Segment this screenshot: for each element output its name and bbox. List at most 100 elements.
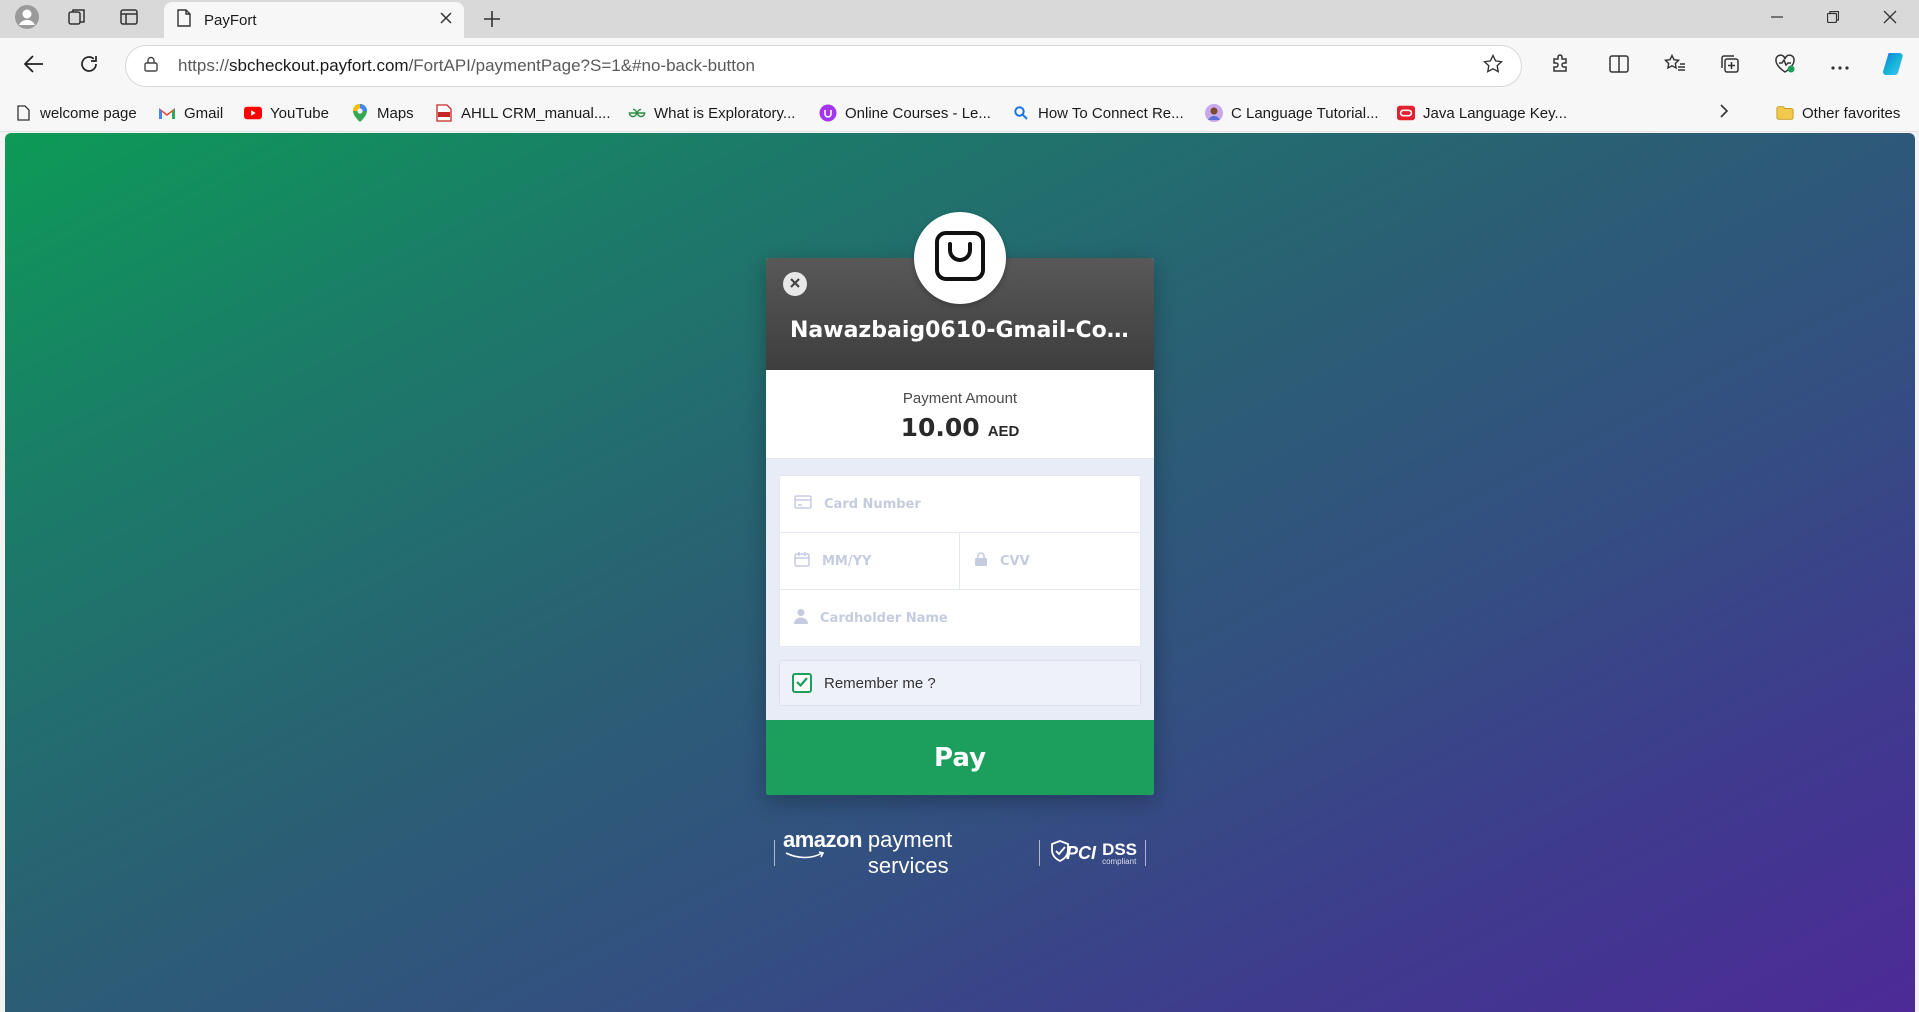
copilot-button[interactable] xyxy=(1878,50,1910,82)
payment-currency: AED xyxy=(987,423,1020,440)
bookmarks-bar: welcome page Gmail YouTube Maps AHLL CRM… xyxy=(0,94,1919,132)
divider xyxy=(1039,840,1041,866)
divider xyxy=(1145,840,1146,866)
bookmark-youtube[interactable]: YouTube xyxy=(244,102,329,124)
tab-strip: PayFort xyxy=(0,0,1919,38)
split-screen-button[interactable] xyxy=(1603,50,1635,82)
workspaces-icon xyxy=(67,7,87,32)
bookmark-online-courses[interactable]: Online Courses - Le... xyxy=(819,102,991,124)
merchant-name: Nawazbaig0610-Gmail-Co... xyxy=(790,318,1130,343)
tab-title: PayFort xyxy=(204,11,257,29)
payment-amount-label: Payment Amount xyxy=(902,390,1018,407)
footer-brand: amazon payment services PCI DSS complian… xyxy=(766,827,1154,878)
address-bar[interactable]: https://sbcheckout.payfort.com/FortAPI/p… xyxy=(125,45,1522,87)
card-number-field[interactable] xyxy=(780,476,1140,533)
workspaces-button[interactable] xyxy=(62,4,92,34)
ellipsis-icon xyxy=(1831,57,1849,75)
heart-pulse-icon xyxy=(1774,53,1796,79)
avatar-icon xyxy=(1205,104,1223,122)
gfg-icon xyxy=(628,104,646,122)
page-icon xyxy=(14,104,32,122)
checkmark-icon xyxy=(796,674,808,692)
bookmark-welcome-page[interactable]: welcome page xyxy=(14,102,137,124)
collections-button[interactable] xyxy=(1714,50,1746,82)
credit-card-icon xyxy=(794,494,812,514)
refresh-icon xyxy=(79,54,99,79)
bookmark-ahll-crm[interactable]: AHLL CRM_manual.... xyxy=(435,102,611,124)
divider xyxy=(774,840,775,866)
favorite-star-icon[interactable] xyxy=(1482,53,1504,79)
other-favorites-folder[interactable]: Other favorites xyxy=(1776,102,1900,124)
restore-icon xyxy=(1826,10,1840,28)
chevron-right-icon xyxy=(1719,104,1729,122)
more-menu-button[interactable] xyxy=(1824,50,1856,82)
split-screen-icon xyxy=(1609,54,1629,78)
remember-me-label: Remember me ? xyxy=(824,674,936,692)
amazon-payment-services-logo: amazon payment services xyxy=(782,827,953,878)
maps-icon xyxy=(351,104,369,122)
browser-toolbar: https://sbcheckout.payfort.com/FortAPI/p… xyxy=(0,38,1919,94)
shopping-bag-icon xyxy=(932,228,988,289)
puzzle-icon xyxy=(1550,53,1570,79)
close-payment-button[interactable] xyxy=(783,272,807,296)
udemy-icon xyxy=(819,104,837,122)
refresh-button[interactable] xyxy=(73,50,105,82)
payment-amount-section: Payment Amount 10.00 AED xyxy=(766,370,1154,458)
bookmarks-overflow-button[interactable] xyxy=(1719,102,1729,124)
expiry-input[interactable] xyxy=(822,553,959,569)
profile-icon xyxy=(14,4,40,35)
back-arrow-icon xyxy=(23,54,44,78)
back-button[interactable] xyxy=(18,50,50,82)
cardholder-name-field[interactable] xyxy=(780,590,1140,646)
vertical-tabs-icon xyxy=(119,7,139,32)
bookmark-java-language[interactable]: Java Language Key... xyxy=(1397,102,1567,124)
padlock-icon xyxy=(974,551,988,572)
oracle-icon xyxy=(1397,104,1415,122)
new-tab-button[interactable] xyxy=(477,4,507,34)
merchant-logo xyxy=(914,212,1006,304)
pci-dss-logo: PCI DSS compliant xyxy=(1050,839,1137,867)
card-number-input[interactable] xyxy=(824,496,1140,512)
copilot-icon xyxy=(1881,51,1907,82)
calendar-icon xyxy=(794,551,810,572)
expiry-field[interactable] xyxy=(780,533,960,590)
payment-amount-value: 10.00 xyxy=(900,413,980,442)
pay-button[interactable]: Pay xyxy=(766,720,1154,795)
gmail-icon xyxy=(158,104,176,122)
bookmark-how-to-connect[interactable]: How To Connect Re... xyxy=(1012,102,1184,124)
bookmark-maps[interactable]: Maps xyxy=(351,102,414,124)
remember-me-row[interactable]: Remember me ? xyxy=(779,660,1141,706)
close-icon xyxy=(1883,10,1897,29)
extensions-button[interactable] xyxy=(1544,50,1576,82)
lock-icon[interactable] xyxy=(144,56,158,77)
pdf-icon xyxy=(435,104,453,122)
remember-me-checkbox[interactable] xyxy=(792,673,812,693)
bookmark-gmail[interactable]: Gmail xyxy=(158,102,223,124)
cvv-field[interactable] xyxy=(960,533,1140,590)
page-icon xyxy=(176,8,192,32)
bookmark-exploratory[interactable]: What is Exploratory... xyxy=(628,102,795,124)
active-tab[interactable]: PayFort xyxy=(164,2,464,38)
cvv-input[interactable] xyxy=(1000,553,1140,569)
close-window-button[interactable] xyxy=(1862,0,1918,38)
vertical-tabs-button[interactable] xyxy=(114,4,144,34)
close-icon xyxy=(790,275,800,293)
user-icon xyxy=(794,608,808,629)
cardholder-name-input[interactable] xyxy=(820,610,1140,626)
url-text: https://sbcheckout.payfort.com/FortAPI/p… xyxy=(178,56,755,75)
close-tab-icon[interactable] xyxy=(440,11,452,29)
card-fields-group xyxy=(779,475,1141,647)
minimize-icon xyxy=(1771,10,1783,28)
folder-icon xyxy=(1776,104,1794,122)
plus-icon xyxy=(483,4,501,35)
bookmark-c-language[interactable]: C Language Tutorial... xyxy=(1205,102,1379,124)
favorites-list-icon xyxy=(1663,53,1686,79)
youtube-icon xyxy=(244,104,262,122)
restore-button[interactable] xyxy=(1805,0,1861,38)
favorites-button[interactable] xyxy=(1659,50,1691,82)
collections-icon xyxy=(1720,54,1740,79)
browser-essentials-button[interactable] xyxy=(1769,50,1801,82)
minimize-button[interactable] xyxy=(1749,0,1805,38)
profile-button[interactable] xyxy=(12,4,42,34)
payment-card: Nawazbaig0610-Gmail-Co... Payment Amount… xyxy=(766,212,1154,795)
